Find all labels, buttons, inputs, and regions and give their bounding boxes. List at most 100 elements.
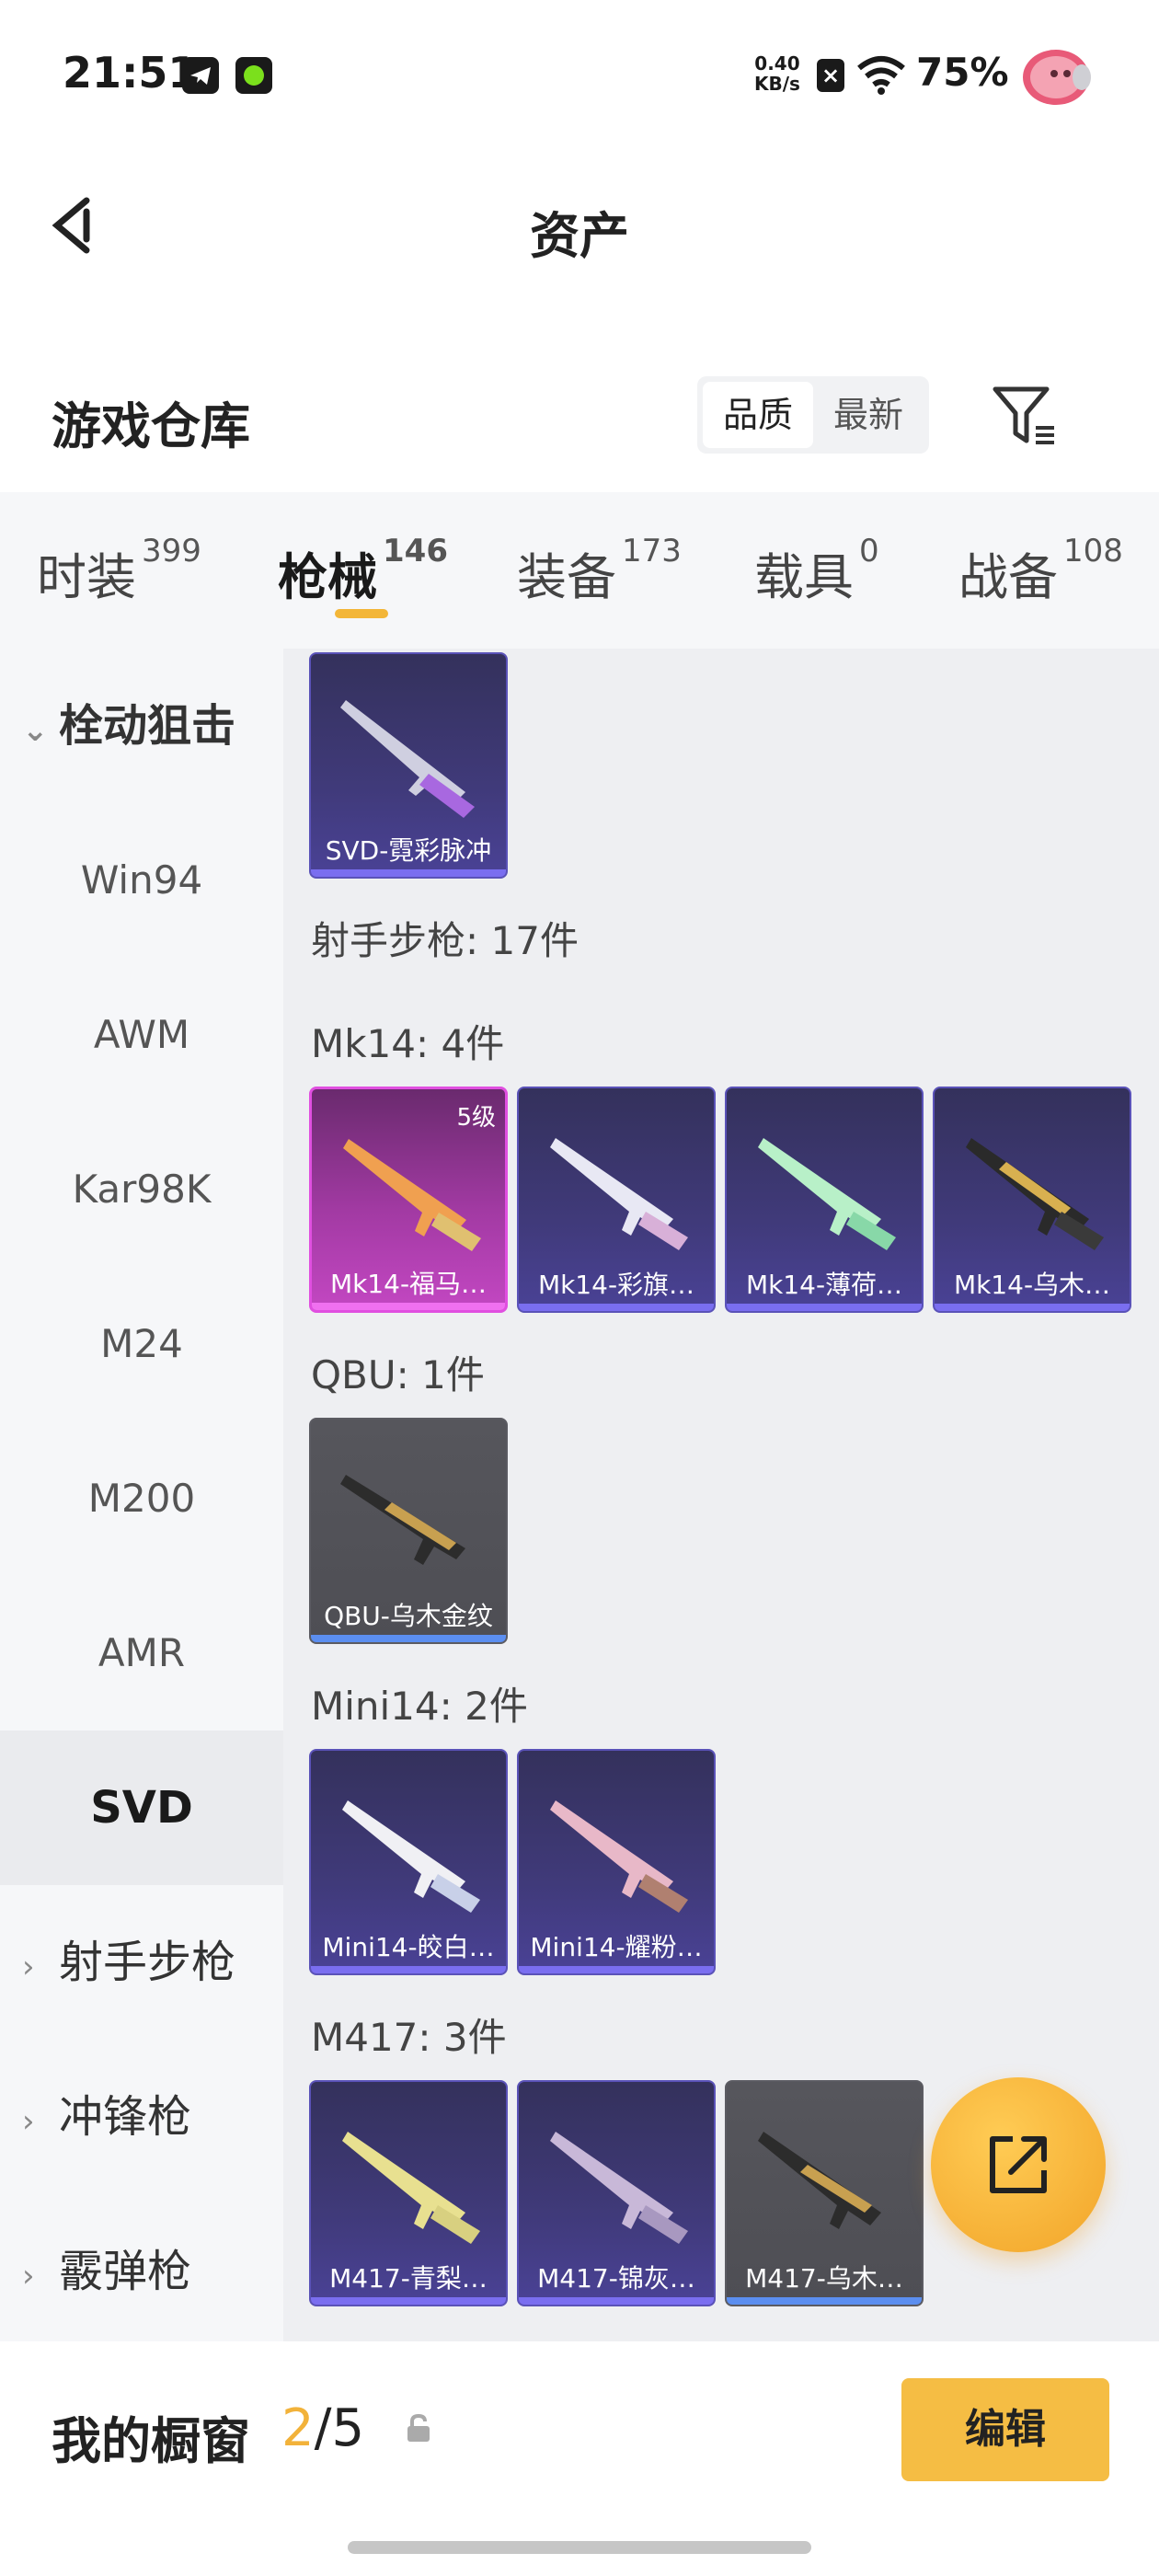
sidebar-item-win94[interactable]: Win94: [0, 803, 283, 958]
sidebar-group-bolt-sniper[interactable]: ⌄ 栓动狙击: [0, 649, 283, 803]
rifle-icon: [966, 1138, 1104, 1250]
network-speed: 0.40 KB/s: [754, 53, 800, 94]
rarity-bar: [727, 1304, 922, 1311]
rifle-icon: [550, 1800, 688, 1913]
rarity-bar: [311, 2297, 506, 2305]
sidebar-item-awm[interactable]: AWM: [0, 958, 283, 1112]
sidebar-item-m200[interactable]: M200: [0, 1421, 283, 1576]
active-tab-indicator: [335, 609, 388, 618]
share-button[interactable]: [931, 2077, 1106, 2252]
tab-outfits[interactable]: 时装 399: [37, 533, 201, 609]
edit-button[interactable]: 编辑: [901, 2378, 1109, 2481]
weapon-name: Mini14-耀粉…: [530, 1932, 703, 1962]
sidebar-group-marksman[interactable]: › 射手步枪: [0, 1885, 283, 2040]
sidebar-item-m24[interactable]: M24: [0, 1267, 283, 1421]
rifle-icon: [343, 1139, 481, 1251]
weapon-card[interactable]: Mk14-乌木…: [933, 1087, 1131, 1313]
app-notification-icon: [235, 57, 272, 94]
section-title: QBU: 1件: [311, 1352, 485, 1397]
tab-count: 108: [1063, 533, 1123, 569]
rarity-bar: [311, 1635, 506, 1642]
tab-weapons[interactable]: 枪械 146: [278, 533, 448, 609]
section-title: Mk14: 4件: [311, 1021, 505, 1066]
warehouse-header: 游戏仓库 品质 最新: [0, 363, 1159, 474]
avatar-icon: [1023, 50, 1091, 105]
weapon-card[interactable]: Mk14-薄荷…: [725, 1087, 924, 1313]
status-time: 21:51: [63, 48, 198, 98]
rifle-icon: [342, 1800, 480, 1913]
telegram-icon: [182, 57, 219, 94]
rarity-bar: [519, 2297, 714, 2305]
sidebar-group-label: 霰弹枪: [59, 2246, 192, 2297]
sidebar-group-smg[interactable]: › 冲锋枪: [0, 2040, 283, 2194]
showcase-count: 2/5: [281, 2398, 364, 2458]
tab-label: 战备: [958, 548, 1058, 606]
section-title: Mini14: 2件: [311, 1684, 528, 1729]
tab-supplies[interactable]: 战备 108: [958, 533, 1123, 609]
weapon-name: Mk14-薄荷…: [745, 1270, 903, 1300]
section-title: M417: 3件: [311, 2015, 507, 2060]
tab-label: 时装: [37, 548, 136, 606]
sidebar-item-svd[interactable]: SVD: [0, 1731, 283, 1885]
weapon-name: M417-青梨…: [329, 2263, 488, 2294]
weapon-card[interactable]: M417-乌木…: [725, 2080, 924, 2306]
sidebar-group-shotgun[interactable]: › 霰弹枪: [0, 2194, 283, 2349]
weapon-name: SVD-霓彩脉冲: [325, 835, 492, 866]
chevron-right-icon: ›: [22, 2103, 35, 2140]
tab-vehicles[interactable]: 载具 0: [754, 533, 879, 609]
showcase-current: 2: [281, 2398, 315, 2458]
tab-count: 173: [622, 533, 682, 569]
rifle-icon: [340, 1475, 465, 1565]
lock-icon: [407, 2413, 430, 2442]
weapon-name: QBU-乌木金纹: [324, 1601, 493, 1631]
showcase-total: /5: [314, 2398, 365, 2458]
chevron-right-icon: ›: [22, 2258, 35, 2294]
status-bar: 21:51 0.40 KB/s × 75%: [0, 0, 1159, 138]
tab-label: 枪械: [278, 548, 377, 606]
section-title: 射手步枪: 17件: [311, 918, 579, 963]
weapon-card[interactable]: Mini14-耀粉…: [517, 1749, 716, 1975]
rarity-bar: [311, 869, 506, 877]
sidebar-item-amr[interactable]: AMR: [0, 1576, 283, 1731]
weapon-card[interactable]: QBU-乌木金纹: [309, 1418, 508, 1644]
tab-count: 0: [859, 533, 879, 569]
network-speed-unit: KB/s: [754, 73, 800, 95]
rarity-bar: [311, 1966, 506, 1973]
header: 资产: [0, 166, 1159, 285]
sort-latest-button[interactable]: 最新: [813, 382, 924, 448]
weapon-card[interactable]: M417-青梨…: [309, 2080, 508, 2306]
sort-toggle: 品质 最新: [697, 376, 929, 454]
weapon-name: Mk14-乌木…: [953, 1270, 1111, 1300]
wifi-icon: [857, 56, 905, 95]
tab-count: 399: [142, 533, 201, 569]
weapon-name: M417-乌木…: [745, 2263, 903, 2294]
sidebar-group-label: 栓动狙击: [59, 700, 236, 752]
weapon-card[interactable]: M417-锦灰…: [517, 2080, 716, 2306]
rifle-icon: [340, 700, 475, 818]
sidebar-group-label: 射手步枪: [59, 1937, 236, 1988]
weapon-card[interactable]: Mk14-彩旗…: [517, 1087, 716, 1313]
weapon-card[interactable]: SVD-霓彩脉冲: [309, 652, 508, 879]
filter-icon[interactable]: [988, 380, 1061, 454]
weapon-card[interactable]: 5级 Mk14-福马…: [309, 1087, 508, 1313]
home-indicator[interactable]: [348, 2541, 811, 2554]
tab-label: 装备: [517, 548, 616, 606]
rarity-bar: [519, 1966, 714, 1973]
chevron-right-icon: ›: [22, 1949, 35, 1985]
weapon-sidebar: ⌄ 栓动狙击 Win94 AWM Kar98K M24 M200 AMR SVD …: [0, 649, 283, 2341]
rifle-icon: [758, 1138, 896, 1250]
rarity-bar: [935, 1304, 1130, 1311]
share-icon: [990, 2136, 1047, 2193]
rarity-bar: [312, 1303, 505, 1310]
battery-level: 75%: [916, 50, 1009, 95]
tab-gear[interactable]: 装备 173: [517, 533, 682, 609]
weapon-name: Mini14-皎白…: [322, 1932, 495, 1962]
rarity-bar: [727, 2297, 922, 2305]
weapon-card[interactable]: Mini14-皎白…: [309, 1749, 508, 1975]
sort-quality-button[interactable]: 品质: [703, 382, 813, 448]
weapon-name: Mk14-彩旗…: [537, 1270, 695, 1300]
weapon-name: M417-锦灰…: [537, 2263, 695, 2294]
warehouse-title: 游戏仓库: [52, 397, 250, 455]
sidebar-item-kar98k[interactable]: Kar98K: [0, 1112, 283, 1267]
tab-count: 146: [383, 533, 448, 569]
